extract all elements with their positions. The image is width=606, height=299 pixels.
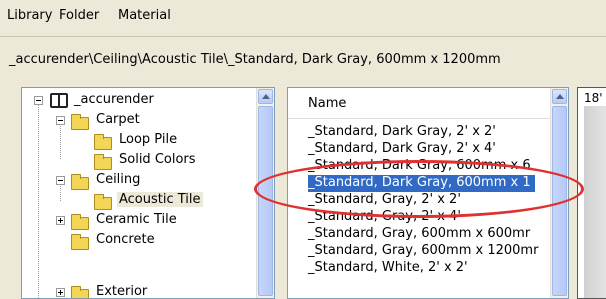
folder-icon (71, 286, 89, 298)
scroll-thumb[interactable] (552, 106, 567, 296)
folder-open-icon (71, 114, 89, 130)
path-bar: _accurender\Ceiling\Acoustic Tile\_Stand… (0, 37, 606, 79)
tree-node-label: Acoustic Tile (117, 192, 203, 207)
list-item[interactable]: _Standard, Dark Gray, 2' x 4' (308, 141, 496, 158)
scroll-thumb[interactable] (258, 106, 273, 296)
column-header-name[interactable]: Name (288, 88, 551, 119)
tree-node-label: _accurender (74, 92, 154, 107)
scroll-up-arrow-icon[interactable] (258, 89, 273, 104)
tree-guide-line (60, 121, 61, 159)
library-icon (50, 93, 68, 108)
tree-guide-line (38, 102, 39, 298)
folder-icon (94, 194, 112, 210)
tree-node-label: Exterior (96, 284, 148, 299)
folder-icon (71, 214, 89, 230)
folder-open-icon (71, 174, 89, 190)
preview-size-label: 18' (584, 91, 603, 105)
tree-node-label: Loop Pile (119, 132, 178, 147)
folder-icon (94, 154, 112, 170)
current-path: _accurender\Ceiling\Acoustic Tile\_Stand… (9, 52, 501, 67)
material-list[interactable]: Name _Standard, Dark Gray, 2' x 2' _Stan… (287, 87, 569, 299)
tree-node-label: Carpet (96, 112, 140, 127)
collapse-icon[interactable] (34, 96, 43, 105)
folder-icon (71, 234, 89, 250)
tree-node-label: Ceramic Tile (96, 212, 177, 227)
column-header-label: Name (308, 96, 347, 111)
list-item-selected[interactable]: _Standard, Dark Gray, 600mm x 1 (308, 175, 535, 192)
preview-swatch (584, 106, 606, 298)
list-item[interactable]: _Standard, Gray, 2' x 4' (308, 209, 461, 226)
list-item[interactable]: _Standard, Dark Gray, 2' x 2' (308, 124, 496, 141)
list-item[interactable]: _Standard, White, 2' x 2' (308, 260, 468, 277)
tree-node-label: Ceiling (96, 172, 141, 187)
expand-icon[interactable] (56, 216, 65, 225)
collapse-icon[interactable] (56, 176, 65, 185)
menu-folder[interactable]: Folder (59, 8, 99, 23)
tree-scrollbar[interactable] (256, 88, 274, 298)
list-item[interactable]: _Standard, Dark Gray, 600mm x 6 (308, 158, 531, 175)
list-item[interactable]: _Standard, Gray, 600mm x 1200mr (308, 243, 538, 260)
menu-material[interactable]: Material (118, 8, 171, 23)
menu-bar: Library Folder Material (0, 0, 606, 37)
collapse-icon[interactable] (56, 116, 65, 125)
material-preview: 18' (577, 87, 606, 299)
menu-library[interactable]: Library (7, 8, 52, 23)
tree-node-label: Concrete (96, 232, 155, 247)
folder-icon (94, 134, 112, 150)
list-scrollbar[interactable] (550, 88, 568, 298)
list-item[interactable]: _Standard, Gray, 600mm x 600mr (308, 226, 530, 243)
tree-node-label: Solid Colors (119, 152, 196, 167)
list-item[interactable]: _Standard, Gray, 2' x 2' (308, 192, 461, 209)
folder-tree[interactable]: _accurender Carpet Loop Pile Solid Color… (21, 87, 275, 299)
scroll-up-arrow-icon[interactable] (552, 89, 567, 104)
